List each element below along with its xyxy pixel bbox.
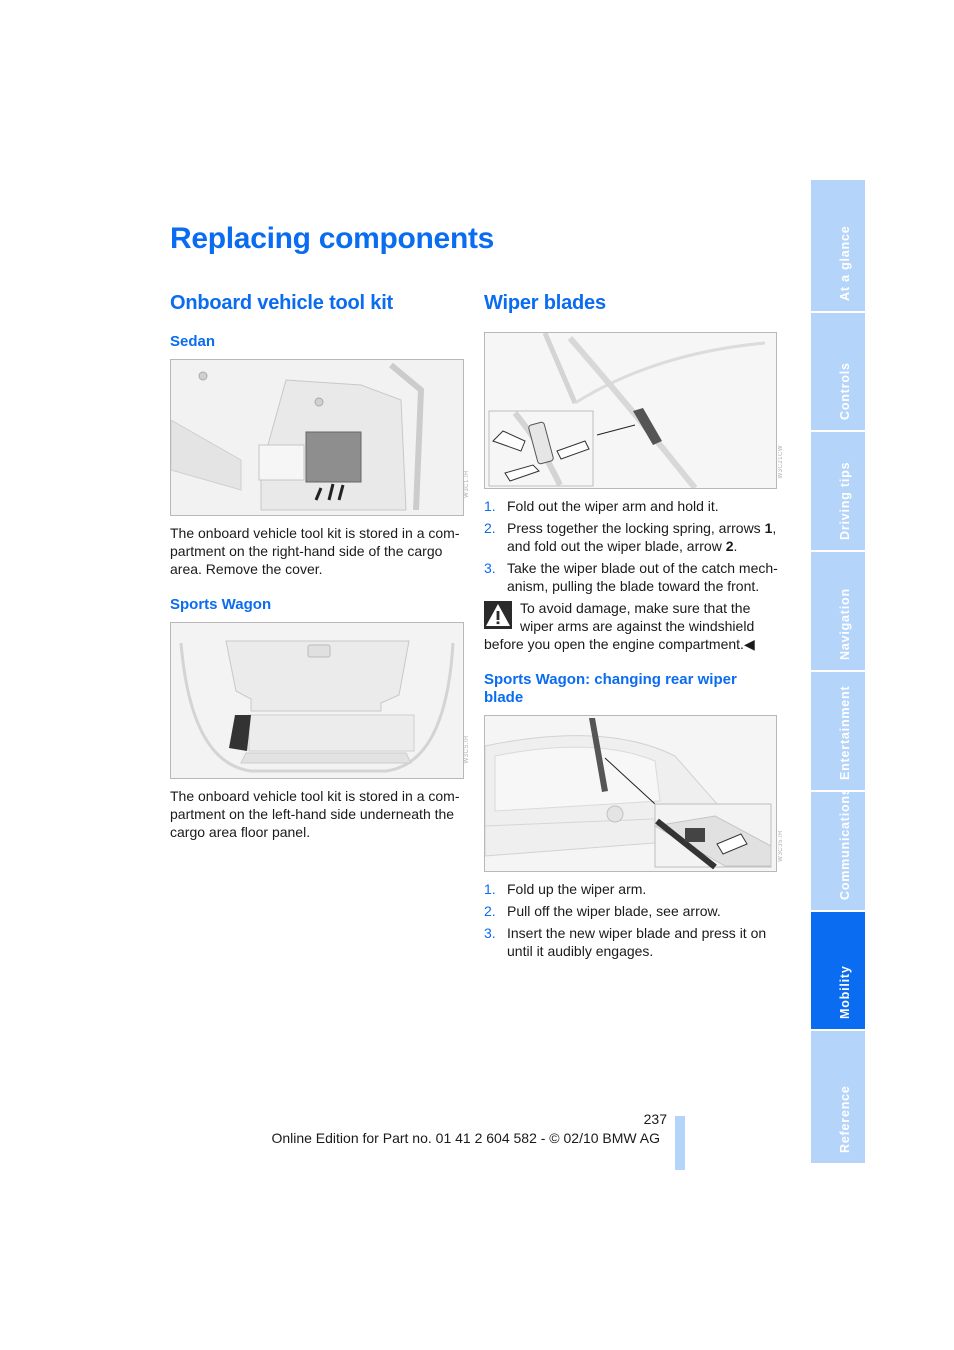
tab-at-a-glance[interactable]: At a glance — [811, 180, 865, 311]
wiper-step: 2. Press together the locking spring, arr… — [484, 520, 777, 554]
figure-code: W3C1.IR — [464, 470, 470, 498]
section-heading-wiper-blades: Wiper blades — [484, 292, 606, 314]
figure-sedan-tool-kit — [170, 359, 464, 516]
page-number: 237 — [643, 1111, 667, 1127]
wiper-step: 3. Take the wiper blade out of the catch … — [484, 560, 778, 594]
figure-rear-wiper-blade — [484, 715, 777, 872]
figure-code: W3CS.IR — [464, 735, 470, 764]
wiper-steps-list: 1. Fold out the wiper arm and hold it. 2.… — [484, 497, 779, 599]
subheading-sedan: Sedan — [170, 333, 216, 350]
figure-wiper-blade-removal — [484, 332, 777, 489]
warning-note: To avoid damage, make sure that the wipe… — [484, 600, 755, 652]
subheading-rear-wiper: Sports Wagon: changing rear wiper blade — [484, 671, 737, 706]
figure-code: W3C21CW — [778, 445, 784, 479]
wiper-step: 1. Fold out the wiper arm and hold it. — [484, 498, 719, 514]
rear-wiper-step: 2. Pull off the wiper blade, see arrow. — [484, 903, 721, 919]
wagon-description: The onboard vehicle tool kit is stored i… — [170, 788, 460, 840]
rear-wiper-step: 1. Fold up the wiper arm. — [484, 881, 647, 897]
end-mark-icon: ◀ — [743, 636, 755, 652]
sedan-description: The onboard vehicle tool kit is stored i… — [170, 525, 460, 577]
rear-wiper-step: 3. Insert the new wiper blade and press i… — [484, 925, 767, 959]
footer-edition-text: Online Edition for Part no. 01 41 2 604 … — [271, 1130, 660, 1146]
tab-reference[interactable]: Reference — [811, 1031, 865, 1163]
rear-wiper-steps-list: 1. Fold up the wiper arm. 2. Pull off the … — [484, 880, 779, 964]
tab-driving-tips[interactable]: Driving tips — [811, 432, 865, 550]
chapter-tabs: At a glance Controls Driving tips Naviga… — [811, 180, 865, 1165]
tab-entertainment[interactable]: Entertainment — [811, 672, 865, 790]
page-marker-bar — [675, 1116, 685, 1170]
tab-controls[interactable]: Controls — [811, 313, 865, 430]
page-title: Replacing components — [170, 222, 495, 255]
tab-mobility[interactable]: Mobility — [811, 912, 865, 1029]
figure-wagon-cargo-area — [170, 622, 464, 779]
section-heading-tool-kit: Onboard vehicle tool kit — [170, 292, 394, 314]
tab-navigation[interactable]: Navigation — [811, 552, 865, 670]
figure-code: W3C35.IR — [778, 830, 784, 862]
tab-communications[interactable]: Communications — [811, 792, 865, 910]
warning-triangle-icon — [484, 601, 512, 629]
subheading-sports-wagon: Sports Wagon — [170, 596, 272, 613]
